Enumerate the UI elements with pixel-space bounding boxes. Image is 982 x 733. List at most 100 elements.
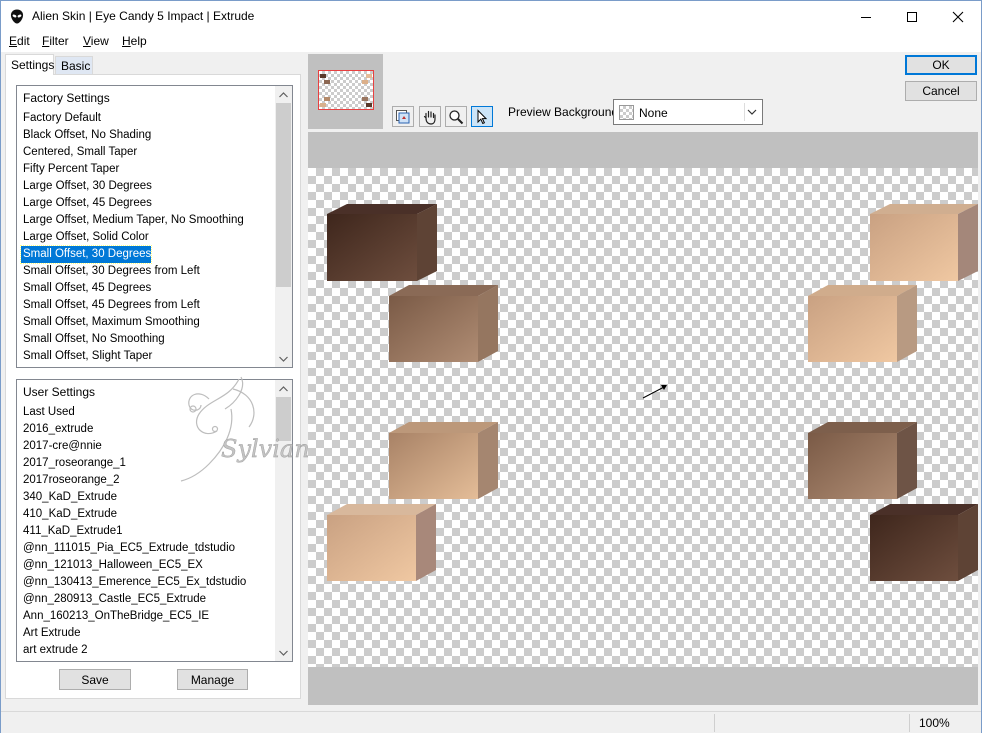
scroll-down-button[interactable] xyxy=(275,644,292,661)
list-item[interactable]: @nn_280913_Castle_EC5_Extrude xyxy=(21,591,206,608)
list-item[interactable]: Black Offset, No Shading xyxy=(21,127,151,144)
maximize-button[interactable] xyxy=(889,1,935,32)
save-button[interactable]: Save xyxy=(59,669,131,690)
list-item[interactable]: 2017roseorange_2 xyxy=(21,472,120,489)
list-item-row[interactable]: Art Extrude xyxy=(21,625,277,642)
list-item[interactable]: Factory Default xyxy=(21,110,101,127)
navigator-panel[interactable] xyxy=(308,54,383,129)
list-item-row[interactable]: Small Offset, Maximum Smoothing xyxy=(21,314,277,331)
list-item[interactable]: 2016_extrude xyxy=(21,421,93,438)
preview-background-value: None xyxy=(639,106,668,120)
navigator-tool-button[interactable] xyxy=(392,106,414,127)
list-item[interactable]: Large Offset, 30 Degrees xyxy=(21,178,152,195)
list-item-row[interactable]: @nn_121013_Halloween_EC5_EX xyxy=(21,557,277,574)
list-item[interactable]: Large Offset, 45 Degrees xyxy=(21,195,152,212)
manage-button[interactable]: Manage xyxy=(177,669,248,690)
minimize-button[interactable] xyxy=(843,1,889,32)
factory-list-scrollbar[interactable] xyxy=(275,86,292,367)
zoom-tool-button[interactable] xyxy=(445,106,467,127)
menu-help[interactable]: Help xyxy=(122,34,147,48)
list-item-row[interactable]: Large Offset, Medium Taper, No Smoothing xyxy=(21,212,277,229)
list-item[interactable]: Fifty Percent Taper xyxy=(21,161,119,178)
close-button[interactable] xyxy=(935,1,981,32)
transparency-swatch-icon xyxy=(619,105,634,120)
preview-background-select[interactable]: None xyxy=(613,99,763,125)
tab-basic[interactable]: Basic xyxy=(55,56,93,74)
list-item-row[interactable]: 411_KaD_Extrude1 xyxy=(21,523,277,540)
light-direction-arrow-icon[interactable] xyxy=(642,385,667,399)
extruded-block-8 xyxy=(870,504,978,581)
list-item-row[interactable]: Ann_160213_OnTheBridge_EC5_IE xyxy=(21,608,277,625)
list-item-row[interactable]: Large Offset, 30 Degrees xyxy=(21,178,277,195)
list-item[interactable]: Small Offset, Maximum Smoothing xyxy=(21,314,200,331)
alien-skin-logo-icon xyxy=(10,9,24,24)
list-item[interactable]: Centered, Small Taper xyxy=(21,144,137,161)
list-item[interactable]: @nn_111015_Pia_EC5_Extrude_tdstudio xyxy=(21,540,235,557)
tab-settings[interactable]: Settings xyxy=(5,54,54,75)
pointer-tool-button[interactable] xyxy=(471,106,493,127)
list-item-row[interactable]: @nn_280913_Castle_EC5_Extrude xyxy=(21,591,277,608)
list-item-row[interactable]: 410_KaD_Extrude xyxy=(21,506,277,523)
list-item-row[interactable]: Small Offset, 30 Degrees from Left xyxy=(21,263,277,280)
list-item-row[interactable]: Small Offset, 45 Degrees xyxy=(21,280,277,297)
list-item-row[interactable]: 340_KaD_Extrude xyxy=(21,489,277,506)
cancel-button[interactable]: Cancel xyxy=(905,81,977,101)
factory-settings-list[interactable]: Factory Settings Factory Default Black Of… xyxy=(16,85,293,368)
list-item-row[interactable]: Black Offset, No Shading xyxy=(21,127,277,144)
scroll-up-button[interactable] xyxy=(275,86,292,103)
extruded-block-1 xyxy=(327,204,437,281)
list-item-row[interactable]: Small Offset, No Smoothing xyxy=(21,331,277,348)
list-item[interactable]: Small Offset, 30 Degrees xyxy=(19,245,153,264)
list-item[interactable]: Large Offset, Medium Taper, No Smoothing xyxy=(21,212,244,229)
menu-edit[interactable]: Edit xyxy=(9,34,30,48)
list-item[interactable]: 410_KaD_Extrude xyxy=(21,506,117,523)
hand-pan-icon xyxy=(423,110,436,125)
list-item[interactable]: Small Offset, 45 Degrees xyxy=(21,280,151,297)
list-item-row[interactable]: Large Offset, 45 Degrees xyxy=(21,195,277,212)
scroll-down-button[interactable] xyxy=(275,350,292,367)
list-item-row[interactable]: Large Offset, Solid Color xyxy=(21,229,277,246)
list-item-row[interactable]: Fifty Percent Taper xyxy=(21,161,277,178)
list-item-row[interactable]: art extrude 2 xyxy=(21,642,277,659)
menu-view[interactable]: View xyxy=(83,34,109,48)
status-divider xyxy=(714,714,715,732)
list-item[interactable]: @nn_130413_Emerence_EC5_Ex_tdstudio xyxy=(21,574,246,591)
list-item-row[interactable]: @nn_130413_Emerence_EC5_Ex_tdstudio xyxy=(21,574,277,591)
list-item[interactable]: 340_KaD_Extrude xyxy=(21,489,117,506)
list-item-row[interactable]: Small Offset, Slight Taper xyxy=(21,348,277,365)
list-item[interactable]: 411_KaD_Extrude1 xyxy=(21,523,123,540)
chevron-up-icon xyxy=(279,91,288,97)
zoom-icon xyxy=(449,109,464,124)
minimize-icon xyxy=(861,16,871,18)
list-item[interactable]: Art Extrude xyxy=(21,625,81,642)
hand-tool-button[interactable] xyxy=(419,106,441,127)
list-item[interactable]: @nn_121013_Halloween_EC5_EX xyxy=(21,557,203,574)
chevron-down-icon[interactable] xyxy=(746,106,758,118)
list-item-row[interactable]: Small Offset, 30 Degrees xyxy=(19,245,277,264)
list-item[interactable]: Small Offset, 45 Degrees from Left xyxy=(21,297,200,314)
list-item[interactable]: Small Offset, No Smoothing xyxy=(21,331,165,348)
extruded-block-5 xyxy=(870,204,978,281)
navigator-thumbnail[interactable] xyxy=(318,70,374,110)
zoom-level: 100% xyxy=(919,716,950,730)
list-item[interactable]: Large Offset, Solid Color xyxy=(21,229,149,246)
list-item[interactable]: Last Used xyxy=(21,404,75,421)
list-item[interactable]: Small Offset, 30 Degrees from Left xyxy=(21,263,200,280)
list-item[interactable]: Ann_160213_OnTheBridge_EC5_IE xyxy=(21,608,209,625)
sylviane-watermark: Sylviane xyxy=(180,376,319,482)
list-item[interactable]: 2017-cre@nnie xyxy=(21,438,102,455)
extruded-block-3 xyxy=(389,422,498,499)
factory-settings-items: Factory Default Black Offset, No Shading C… xyxy=(19,110,277,365)
list-item-row[interactable]: Centered, Small Taper xyxy=(21,144,277,161)
list-item-row[interactable]: Factory Default xyxy=(21,110,277,127)
list-item[interactable]: 2017_roseorange_1 xyxy=(21,455,126,472)
status-bar: 100% xyxy=(1,711,981,733)
menu-filter[interactable]: Filter xyxy=(42,34,69,48)
list-item[interactable]: Small Offset, Slight Taper xyxy=(21,348,152,365)
list-item-row[interactable]: @nn_111015_Pia_EC5_Extrude_tdstudio xyxy=(21,540,277,557)
ok-button[interactable]: OK xyxy=(905,55,977,75)
preview-image[interactable] xyxy=(308,168,978,667)
list-item[interactable]: art extrude 2 xyxy=(21,642,88,659)
list-item-row[interactable]: Small Offset, 45 Degrees from Left xyxy=(21,297,277,314)
scrollbar-thumb[interactable] xyxy=(276,103,291,287)
